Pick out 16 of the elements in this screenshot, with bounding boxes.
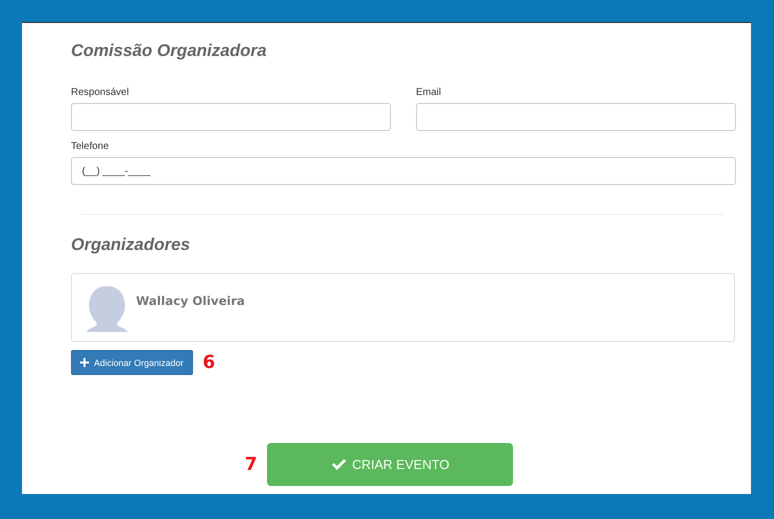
field-label: Responsável — [71, 87, 130, 98]
plus-icon — [80, 358, 89, 367]
section-heading: Comissão Organizadora — [71, 41, 267, 61]
section-heading: Organizadores — [71, 235, 190, 255]
step-number: 6 — [202, 352, 216, 373]
organizer-name: Wallacy Oliveira — [136, 294, 245, 308]
add-organizer-button[interactable]: Adicionar Organizador — [71, 350, 193, 375]
avatar-icon — [86, 286, 128, 332]
input-field[interactable] — [416, 103, 736, 131]
step-number: 7 — [244, 454, 258, 475]
field-label: Telefone — [71, 141, 110, 152]
check-icon — [331, 458, 346, 470]
create-event-button[interactable]: CRIAR EVENTO — [267, 443, 514, 486]
input-field[interactable] — [71, 103, 391, 131]
input-field[interactable]: (__) ____-____ — [71, 157, 736, 185]
field-label: Email — [416, 87, 442, 98]
